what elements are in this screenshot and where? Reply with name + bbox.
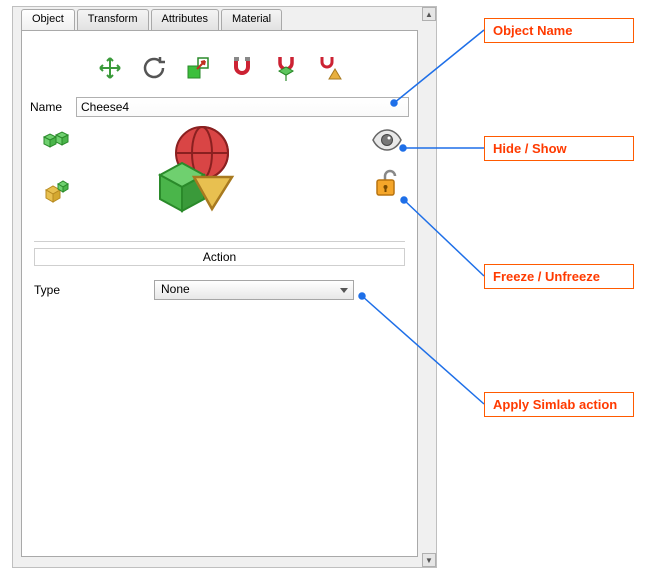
name-row: Name [30,97,409,117]
tab-material[interactable]: Material [221,9,282,31]
tab-bar: Object Transform Attributes Material [21,9,284,31]
transform-toolbar [30,39,409,91]
snap-object-icon[interactable] [271,53,301,83]
callout-freeze: Freeze / Unfreeze [484,264,634,289]
callout-apply-action: Apply Simlab action [484,392,634,417]
eye-icon[interactable] [371,129,403,154]
rotate-icon[interactable] [139,53,169,83]
action-type-select[interactable]: None [154,280,354,300]
name-label: Name [30,100,70,114]
divider [34,241,405,242]
name-input[interactable] [76,97,409,117]
callout-object-name: Object Name [484,18,634,43]
properties-panel: ▲ ▼ Object Transform Attributes Material [12,6,437,568]
assembly-icon[interactable] [40,127,74,160]
scale-icon[interactable] [183,53,213,83]
object-thumbnail [140,123,260,226]
action-type-label: Type [34,283,144,297]
action-type-row: Type None [30,266,409,314]
move-icon[interactable] [95,53,125,83]
scroll-up-button[interactable]: ▲ [422,7,436,21]
tab-attributes[interactable]: Attributes [151,9,219,31]
callout-hide-show: Hide / Show [484,136,634,161]
action-header: Action [34,248,405,266]
scroll-down-button[interactable]: ▼ [422,553,436,567]
action-type-value: None [161,282,190,296]
snap-align-icon[interactable] [315,53,345,83]
lock-icon[interactable] [373,168,401,201]
object-preview-area [30,127,409,235]
explode-icon[interactable] [40,178,74,211]
tab-content: Name [21,30,418,557]
tab-object[interactable]: Object [21,9,75,31]
snap-icon[interactable] [227,53,257,83]
tab-transform[interactable]: Transform [77,9,149,31]
